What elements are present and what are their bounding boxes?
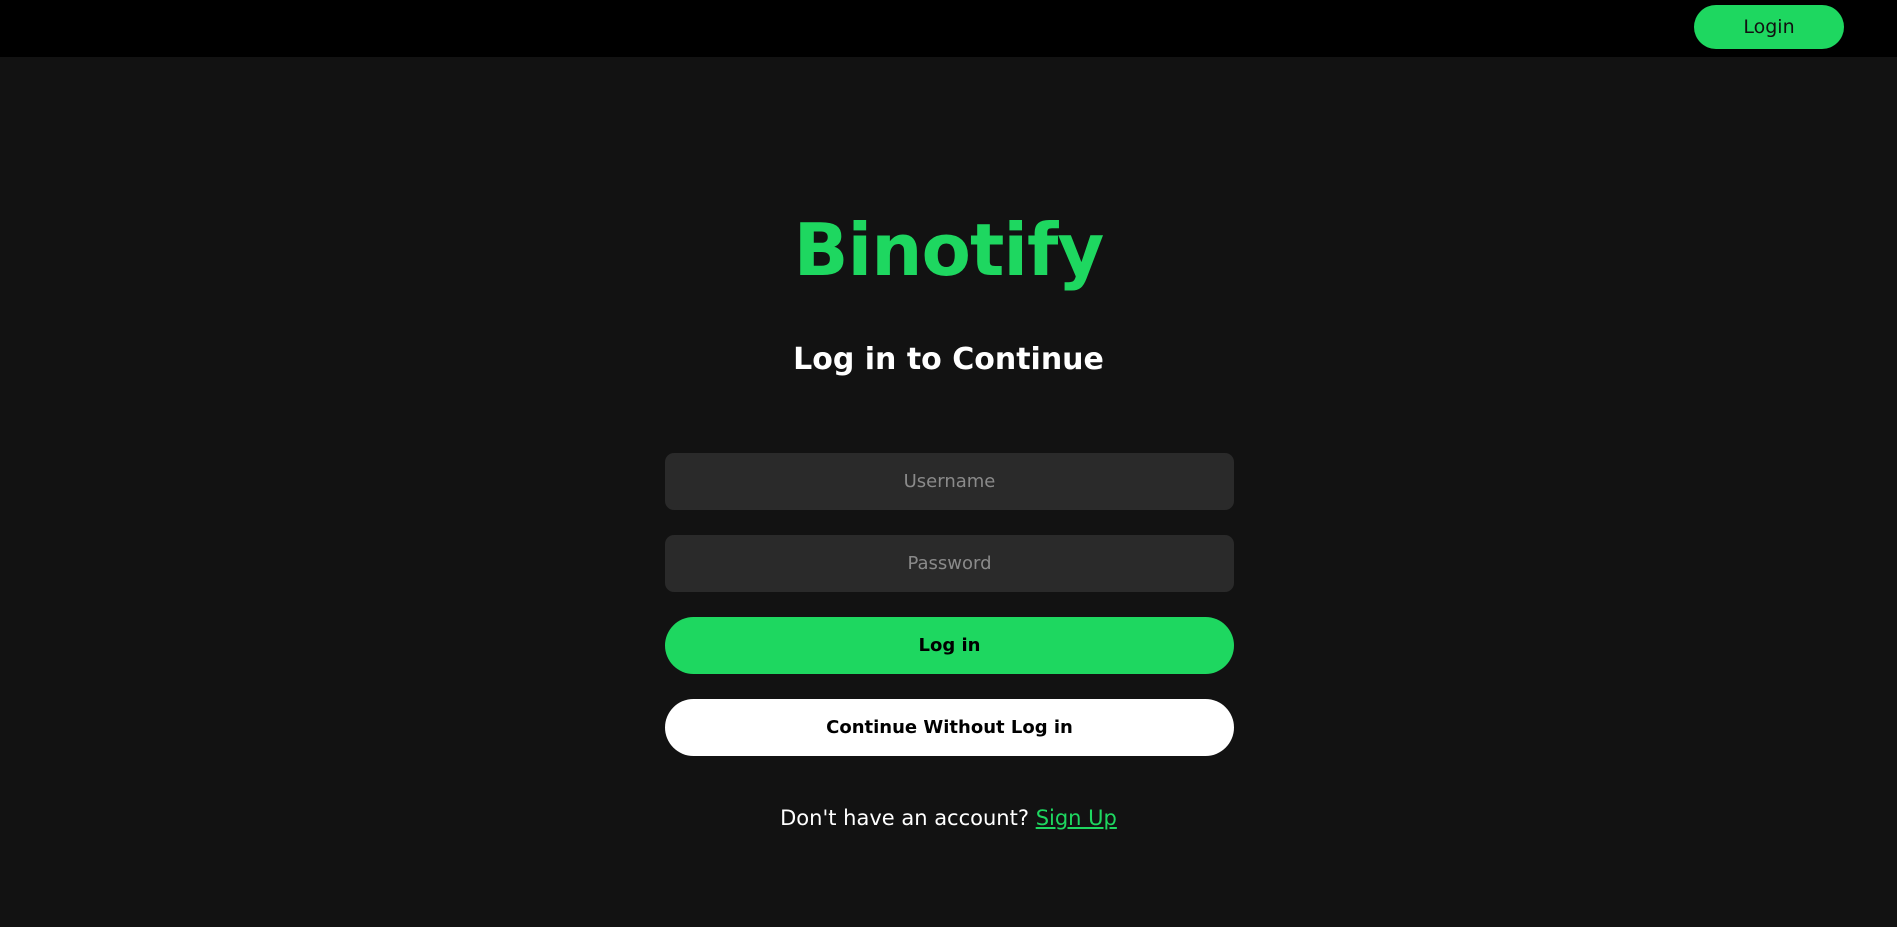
username-input[interactable] — [665, 453, 1234, 510]
header-login-button[interactable]: Login — [1694, 5, 1844, 49]
top-navigation-bar: Login — [0, 0, 1897, 57]
app-logo-text: Binotify — [793, 208, 1105, 292]
signup-prompt-text: Don't have an account? — [780, 806, 1029, 830]
page-title: Log in to Continue — [793, 342, 1104, 377]
continue-without-login-button[interactable]: Continue Without Log in — [665, 699, 1234, 756]
password-input[interactable] — [665, 535, 1234, 592]
signup-link[interactable]: Sign Up — [1036, 806, 1117, 830]
signup-prompt: Don't have an account? Sign Up — [0, 803, 1897, 833]
login-button[interactable]: Log in — [665, 617, 1234, 674]
